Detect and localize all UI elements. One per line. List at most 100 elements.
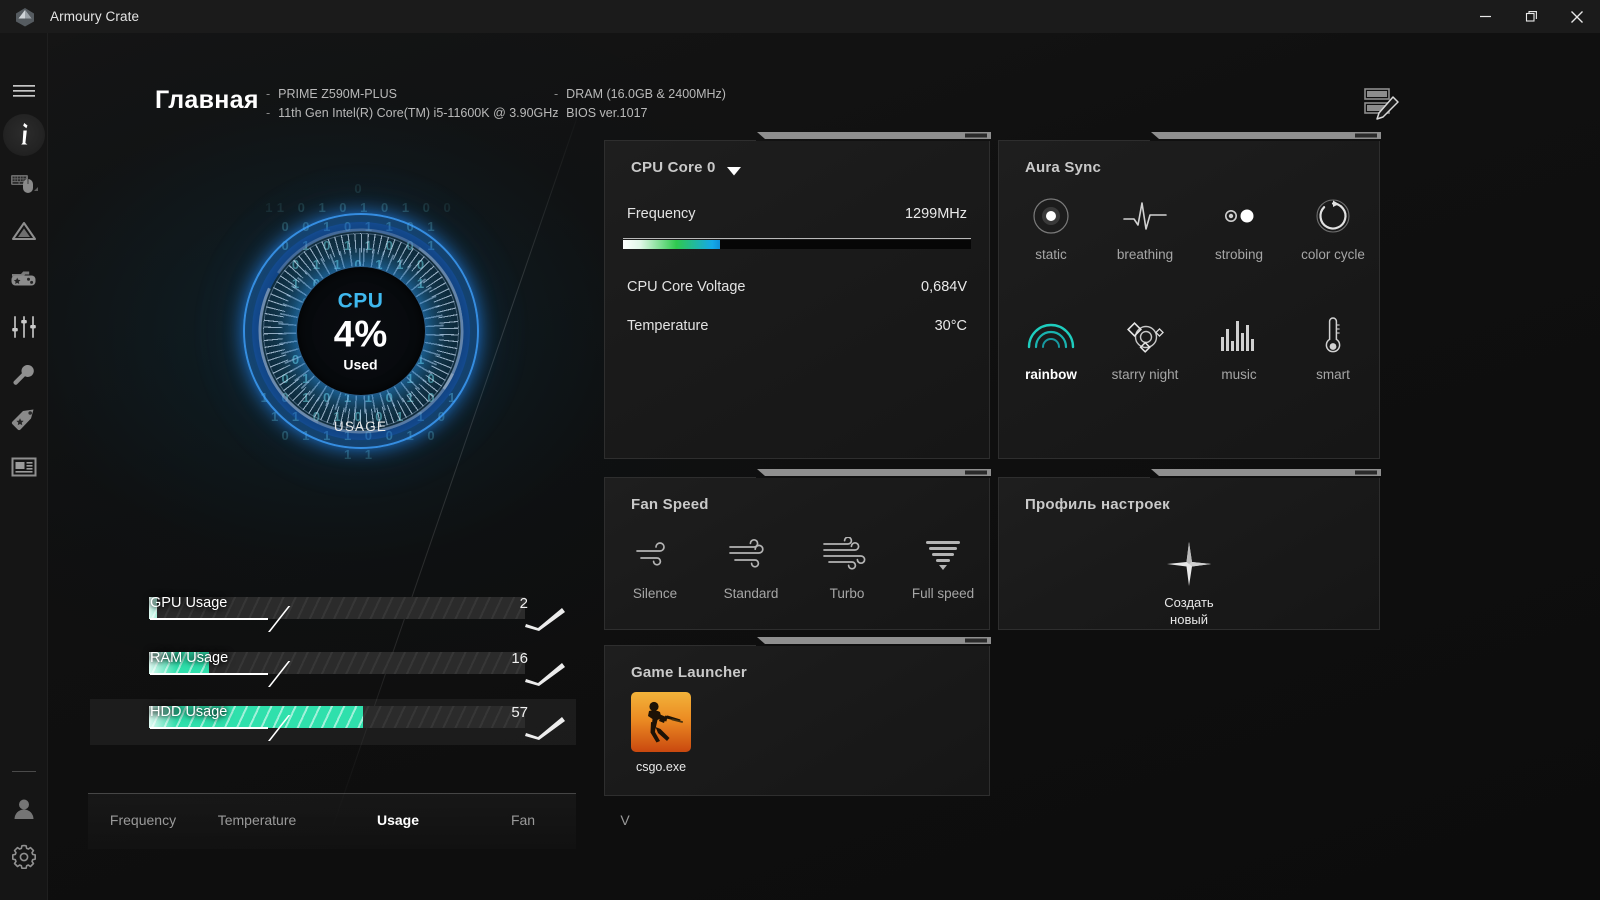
fan-mode-full-speed[interactable]: Full speed: [897, 532, 989, 601]
metric-value-frequency: 1299MHz: [904, 206, 967, 222]
gauge-metric-state: Used: [343, 356, 378, 373]
sidebar-item-settings[interactable]: [0, 833, 48, 881]
waveform-icon: [1099, 193, 1191, 239]
aura-mode-music[interactable]: music: [1193, 313, 1285, 382]
wind-full-icon: [897, 532, 989, 578]
sidebar-item-scenario-profiles[interactable]: [0, 303, 48, 351]
create-profile-line1: Создать: [1164, 595, 1214, 610]
metric-label-temperature: Temperature: [627, 318, 709, 334]
create-profile-line2: новый: [1170, 612, 1208, 627]
sidebar-item-user-account[interactable]: [0, 785, 48, 833]
maximize-restore-button[interactable]: [1508, 0, 1554, 33]
sidebar-item-featured[interactable]: [0, 395, 48, 443]
metric-label-voltage: CPU Core Voltage: [627, 279, 746, 295]
gauge-metric-name: CPU: [337, 289, 384, 313]
usage-bar-row[interactable]: GPU Usage 2: [90, 590, 576, 636]
fan-mode-turbo[interactable]: Turbo: [801, 532, 893, 601]
game-launcher-panel: Game Launcher csgo.exe: [604, 637, 991, 796]
aura-mode-label: music: [1221, 367, 1257, 382]
metric-tab-frequency[interactable]: Frequency: [88, 812, 198, 828]
system-info-row: -11th Gen Intel(R) Core(TM) i5-11600K @ …: [266, 104, 559, 123]
cycle-arrow-icon: [1287, 193, 1379, 239]
metric-tabs: Frequency Temperature Usage Fan V: [88, 793, 630, 849]
aura-mode-static[interactable]: static: [1005, 193, 1097, 262]
armoury-crate-logo-icon: [14, 6, 36, 28]
news-window-icon: [11, 456, 37, 478]
aura-mode-breathing[interactable]: breathing: [1099, 193, 1191, 262]
sidebar-item-aura-sync[interactable]: [0, 207, 48, 255]
cpu-model: 11th Gen Intel(R) Core(TM) i5-11600K @ 3…: [278, 106, 559, 120]
metric-label-frequency: Frequency: [627, 206, 696, 222]
sliders-icon: [11, 315, 37, 339]
frequency-bar-fill: [623, 240, 721, 249]
aura-mode-color-cycle[interactable]: color cycle: [1287, 193, 1379, 262]
sidebar-item-menu[interactable]: [0, 67, 48, 115]
system-info-row: - DRAM (16.0GB & 2400MHz): [554, 85, 726, 104]
fan-mode-label: Silence: [632, 586, 678, 601]
edit-layout-icon: [1363, 88, 1405, 131]
metric-tab-v[interactable]: V: [570, 812, 680, 828]
aura-mode-label: static: [1035, 247, 1067, 262]
usage-bar-row[interactable]: HDD Usage 57: [90, 699, 576, 745]
bullet-dash: -: [266, 106, 271, 120]
panel-header-decoration: [999, 132, 1381, 144]
chevron-down-icon: [727, 163, 741, 180]
sidebar-item-home[interactable]: [0, 111, 48, 159]
aura-mode-strobing[interactable]: strobing: [1193, 193, 1285, 262]
settings-profile-panel: Профиль настроек Создать новый: [998, 469, 1381, 630]
game-tile[interactable]: csgo.exe: [631, 692, 691, 774]
metric-tab-usage[interactable]: Usage: [343, 812, 453, 828]
fan-mode-standard[interactable]: Standard: [705, 532, 797, 601]
wrench-icon: [11, 363, 37, 387]
panel-header-decoration: [605, 469, 991, 481]
usage-bar-swoosh-icon: [524, 606, 566, 632]
page-title: Главная: [155, 86, 259, 114]
frequency-bar-topline: [623, 238, 971, 239]
bullet-dash: -: [554, 106, 559, 120]
minimize-button[interactable]: [1462, 0, 1508, 33]
aura-mode-rainbow[interactable]: rainbow: [1005, 313, 1097, 382]
aura-mode-label: rainbow: [1025, 367, 1077, 382]
system-info-column-1: - PRIME Z590M-PLUS -11th Gen Intel(R) Cor…: [266, 85, 559, 123]
panel-header-decoration: [999, 469, 1381, 481]
fan-mode-silence[interactable]: Silence: [609, 532, 701, 601]
aura-mode-starry-night[interactable]: starry night: [1099, 313, 1191, 382]
sidebar-item-tools[interactable]: [0, 351, 48, 399]
sidebar-item-news[interactable]: [0, 443, 48, 491]
two-dots-icon: [1193, 193, 1285, 239]
equalizer-icon: [1193, 313, 1285, 359]
keyboard-mouse-icon: [10, 172, 38, 194]
window-title: Armoury Crate: [50, 9, 140, 24]
aura-mode-smart[interactable]: smart: [1287, 313, 1379, 382]
cpu-core-panel-title: CPU Core 0: [631, 159, 716, 176]
price-tag-icon: [10, 407, 38, 431]
starry-orbit-icon: [1099, 313, 1191, 359]
user-icon: [12, 797, 36, 821]
usage-bar-label: GPU Usage: [150, 595, 228, 611]
info-icon: [17, 121, 31, 149]
fan-speed-panel: Fan Speed Silence Standard Turbo Full sp…: [604, 469, 991, 630]
usage-bar-underline: [150, 673, 268, 675]
sidebar: [0, 33, 48, 900]
usage-bar-row[interactable]: RAM Usage 16: [90, 645, 576, 691]
create-profile-caption: Создать новый: [1164, 594, 1213, 628]
wind-light-icon: [609, 532, 701, 578]
usage-bar-swoosh-icon: [524, 715, 566, 741]
usage-bar-label: HDD Usage: [150, 704, 228, 720]
app-body: Главная - PRIME Z590M-PLUS -11th Gen Inte…: [0, 33, 1600, 900]
panel-header-decoration: [605, 637, 991, 649]
plus-icon: [1165, 540, 1213, 593]
metric-tab-fan[interactable]: Fan: [468, 812, 578, 828]
aura-mode-label: breathing: [1116, 247, 1174, 262]
edit-layout-button[interactable]: [1363, 83, 1405, 127]
aura-sync-panel: Aura Sync static breathing strobing colo…: [998, 132, 1381, 459]
metric-tab-temperature[interactable]: Temperature: [202, 812, 312, 828]
close-button[interactable]: [1554, 0, 1600, 33]
cpu-usage-gauge: 011 0 1 0 1 0 1 0 00 0 1 0 1 1 0 10 1 0 …: [163, 151, 558, 511]
wind-medium-icon: [705, 532, 797, 578]
metric-value-voltage: 0,684V: [921, 279, 967, 295]
aura-triangle-icon: [11, 220, 37, 242]
sidebar-item-devices[interactable]: [0, 159, 48, 207]
sidebar-item-game-library[interactable]: [0, 255, 48, 303]
cpu-core-selector[interactable]: [727, 163, 741, 181]
